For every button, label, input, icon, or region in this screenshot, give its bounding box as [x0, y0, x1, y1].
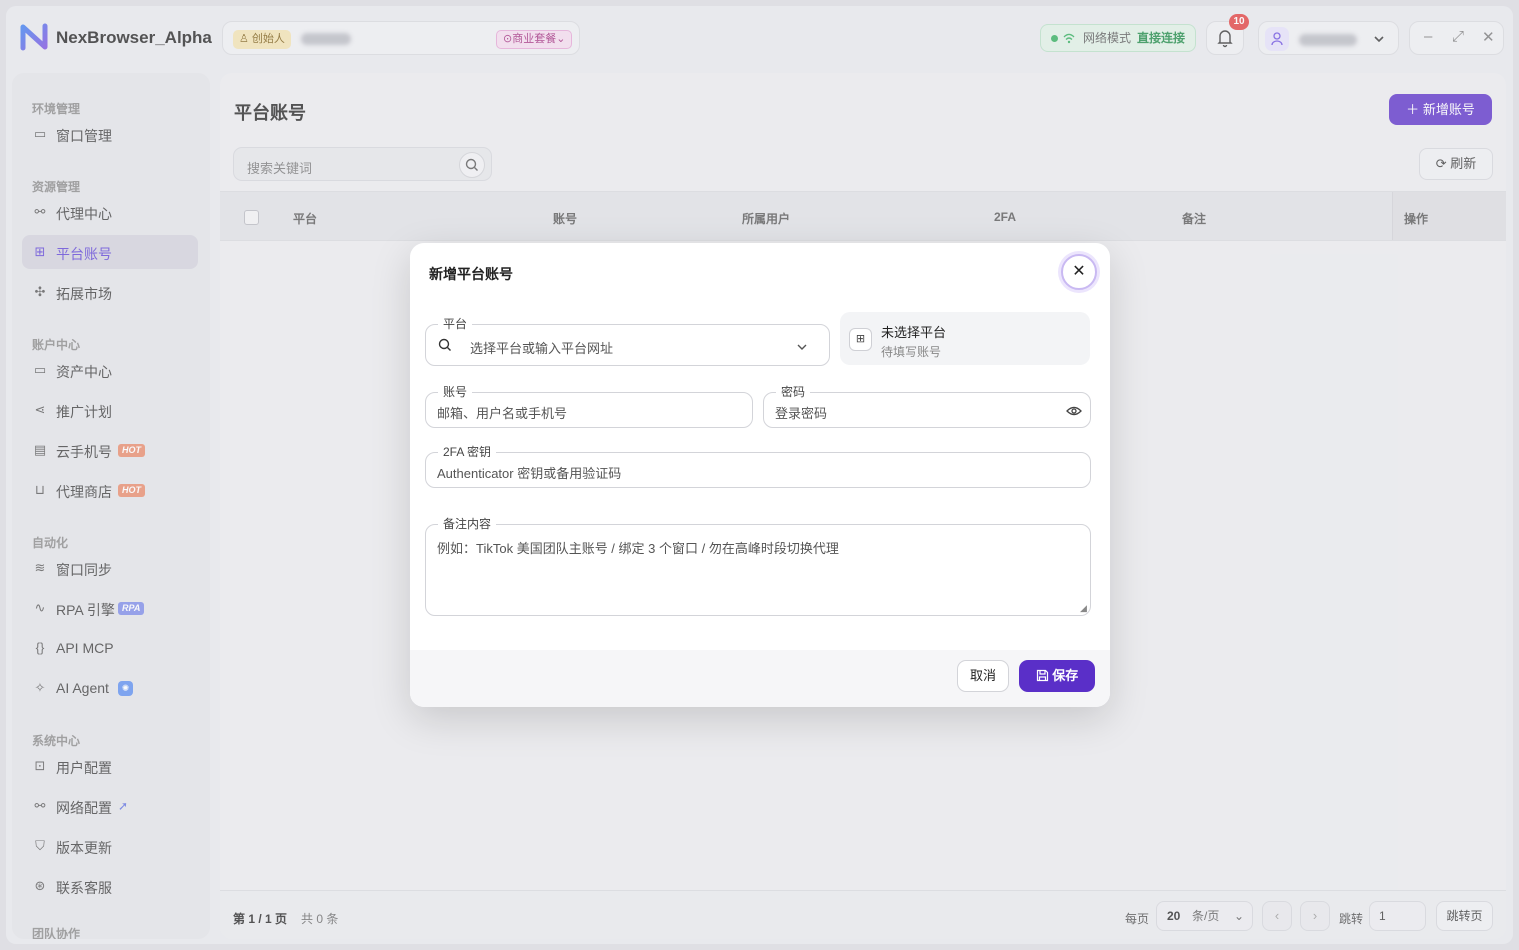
account-field[interactable]: 账号 邮箱、用户名或手机号	[425, 383, 753, 428]
eye-icon[interactable]	[1066, 405, 1082, 420]
password-placeholder: 登录密码	[775, 406, 828, 421]
note-textarea[interactable]: 备注内容 例如：TikTok 美国团队主账号 / 绑定 3 个窗口 / 勿在高峰…	[425, 515, 1091, 616]
save-label: 保存	[1052, 668, 1079, 683]
grid-icon: ⊞	[849, 328, 872, 351]
resize-handle-icon[interactable]: ◢	[1080, 603, 1087, 614]
close-icon[interactable]: ✕	[1061, 254, 1097, 290]
save-button[interactable]: 保存	[1019, 660, 1095, 692]
platform-select[interactable]: 平台 选择平台或输入平台网址	[425, 315, 830, 366]
twofa-label: 2FA 密钥	[438, 443, 497, 460]
password-label: 密码	[776, 383, 811, 400]
password-field[interactable]: 密码 登录密码	[763, 383, 1091, 428]
twofa-placeholder: Authenticator 密钥或备用验证码	[437, 466, 622, 481]
account-label: 账号	[438, 383, 473, 400]
add-platform-account-dialog: 新增平台账号 ✕ 平台 选择平台或输入平台网址 ⊞ 未选择平台 待填写账号 账号…	[410, 243, 1110, 707]
chevron-down-icon	[796, 340, 808, 355]
platform-preview-title: 未选择平台	[881, 325, 947, 340]
account-placeholder: 邮箱、用户名或手机号	[437, 406, 568, 421]
note-label: 备注内容	[438, 515, 497, 532]
search-icon	[438, 338, 452, 355]
twofa-field[interactable]: 2FA 密钥 Authenticator 密钥或备用验证码	[425, 443, 1091, 488]
dialog-footer: 取消 保存	[410, 650, 1110, 707]
save-icon	[1036, 668, 1053, 683]
cancel-button[interactable]: 取消	[957, 660, 1009, 692]
platform-preview: ⊞ 未选择平台 待填写账号	[840, 312, 1090, 365]
platform-placeholder: 选择平台或输入平台网址	[470, 341, 614, 356]
platform-preview-subtitle: 待填写账号	[881, 345, 942, 359]
note-placeholder: 例如：TikTok 美国团队主账号 / 绑定 3 个窗口 / 勿在高峰时段切换代…	[437, 541, 839, 556]
dialog-title: 新增平台账号	[429, 266, 513, 282]
platform-label: 平台	[438, 315, 473, 332]
